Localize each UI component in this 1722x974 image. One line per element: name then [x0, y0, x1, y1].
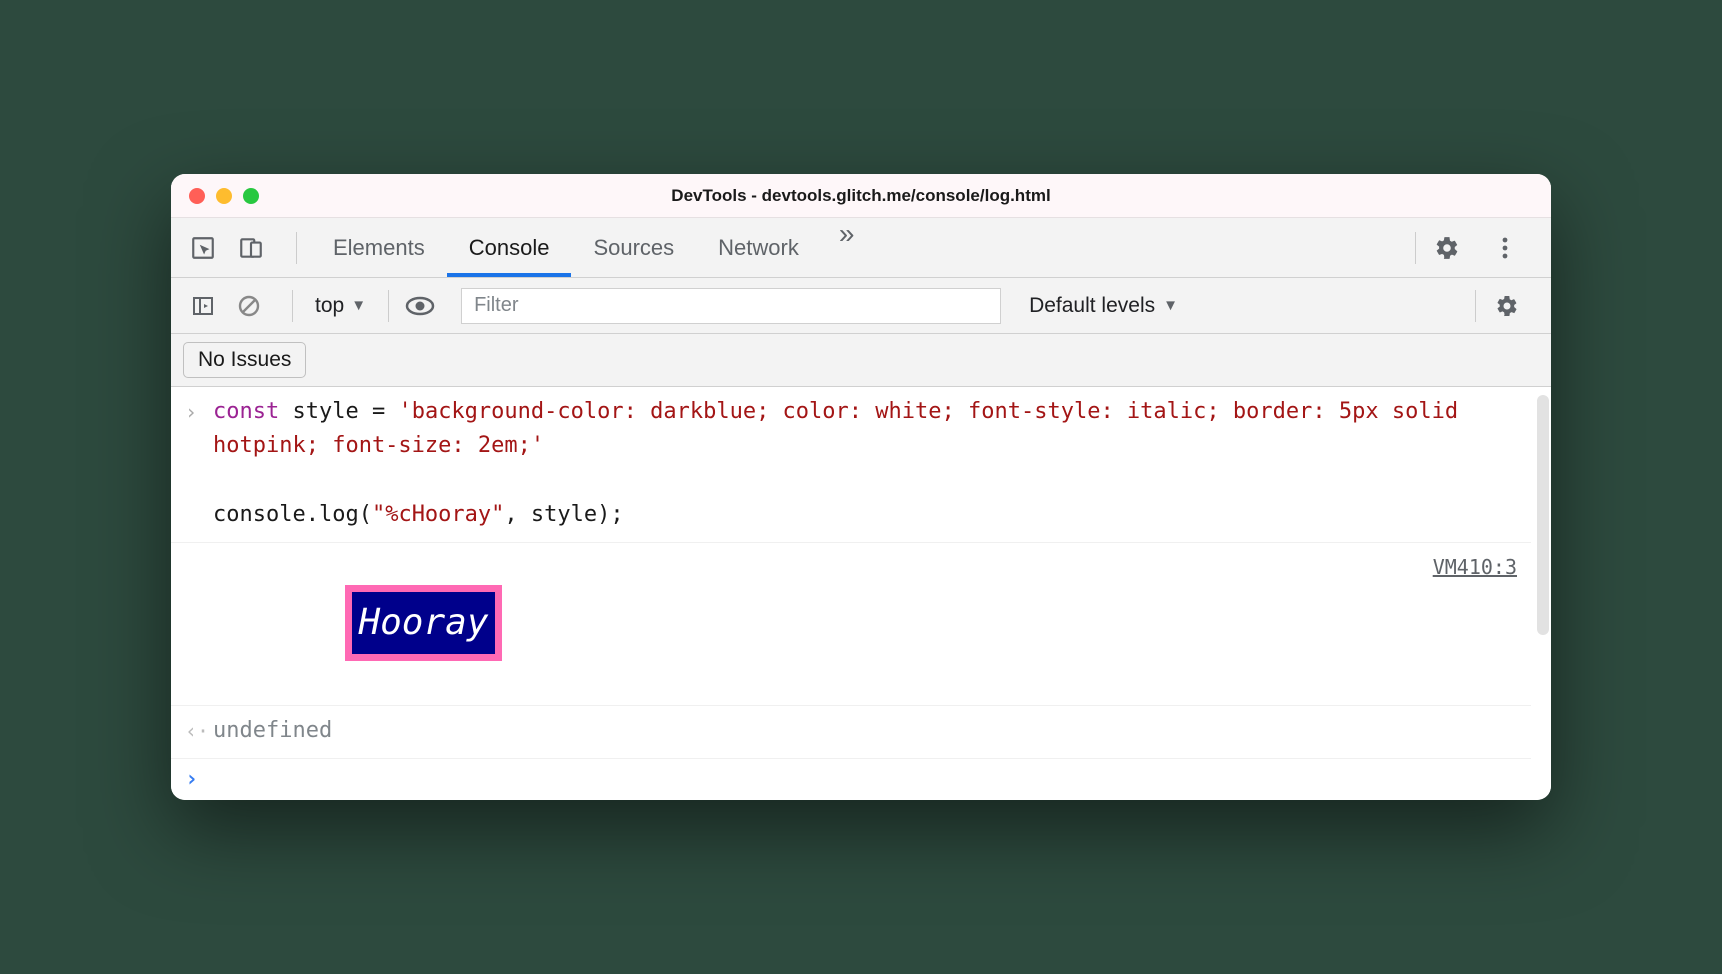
inspect-element-icon[interactable]	[186, 231, 220, 265]
levels-label: Default levels	[1029, 294, 1155, 318]
return-value: undefined	[213, 714, 1517, 748]
separator	[1415, 232, 1416, 264]
console-toolbar: top ▼ Default levels ▼	[171, 278, 1551, 334]
execution-context-selector[interactable]: top ▼	[307, 294, 374, 318]
log-level-selector[interactable]: Default levels ▼	[1029, 294, 1178, 318]
panel-tabs: Elements Console Sources Network »	[311, 218, 872, 277]
tab-elements[interactable]: Elements	[311, 218, 447, 277]
prompt-caret-icon: ›	[185, 767, 198, 792]
separator	[388, 290, 389, 322]
show-console-sidebar-icon[interactable]	[186, 289, 220, 323]
chevron-down-icon: ▼	[351, 297, 366, 314]
issues-button[interactable]: No Issues	[183, 342, 306, 378]
device-toggle-icon[interactable]	[234, 231, 268, 265]
live-expression-icon[interactable]	[403, 289, 437, 323]
console-return-row: ‹· undefined	[171, 706, 1531, 759]
console-prompt-row[interactable]: ›	[171, 759, 1531, 800]
tab-sources[interactable]: Sources	[571, 218, 696, 277]
input-caret-icon: ›	[185, 395, 213, 427]
devtools-window: DevTools - devtools.glitch.me/console/lo…	[171, 174, 1551, 799]
more-tabs-icon[interactable]: »	[821, 218, 873, 277]
issues-bar: No Issues	[171, 334, 1551, 387]
context-label: top	[315, 294, 344, 318]
filter-input[interactable]	[461, 288, 1001, 324]
window-title: DevTools - devtools.glitch.me/console/lo…	[171, 186, 1551, 206]
console-input-code[interactable]: const style = 'background-color: darkblu…	[213, 395, 1517, 531]
tab-console[interactable]: Console	[447, 218, 572, 277]
settings-icon[interactable]	[1430, 231, 1464, 265]
separator	[1475, 290, 1476, 322]
console-input-row: › const style = 'background-color: darkb…	[171, 387, 1531, 542]
issues-label: No Issues	[198, 348, 291, 372]
chevron-down-icon: ▼	[1163, 297, 1178, 314]
separator	[292, 290, 293, 322]
main-toolbar: Elements Console Sources Network »	[171, 218, 1551, 278]
titlebar: DevTools - devtools.glitch.me/console/lo…	[171, 174, 1551, 218]
return-caret-icon: ‹·	[185, 714, 213, 746]
log-content: Hooray	[213, 551, 1433, 695]
scrollbar[interactable]	[1537, 395, 1549, 635]
log-marker	[185, 551, 213, 553]
kebab-menu-icon[interactable]	[1488, 231, 1522, 265]
tab-network[interactable]: Network	[696, 218, 821, 277]
styled-log-output: Hooray	[345, 585, 501, 661]
console-log-row: Hooray VM410:3	[171, 543, 1531, 706]
separator	[296, 232, 297, 264]
clear-console-icon[interactable]	[232, 289, 266, 323]
console-body: › const style = 'background-color: darkb…	[171, 387, 1551, 799]
console-settings-icon[interactable]	[1490, 289, 1524, 323]
log-source-link[interactable]: VM410:3	[1433, 551, 1517, 579]
